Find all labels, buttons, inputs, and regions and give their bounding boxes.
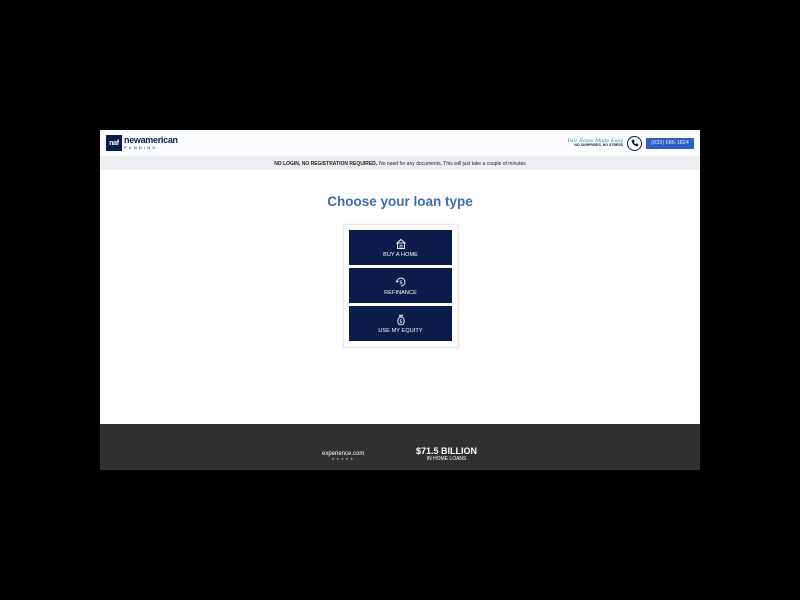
svg-text:$: $ xyxy=(399,280,403,286)
info-banner: NO LOGIN, NO REGISTRATION REQUIRED. No n… xyxy=(100,157,700,170)
company-logo[interactable]: naf newamerican FUNDING xyxy=(106,135,178,151)
refinance-label: REFINANCE xyxy=(384,289,417,296)
house-icon xyxy=(395,238,406,249)
refinance-icon: $ xyxy=(395,277,405,286)
tagline-caps: NO SURPRISES, NO STRESS xyxy=(574,142,623,147)
use-my-equity-button[interactable]: $ USE MY EQUITY xyxy=(349,306,452,341)
loan-stat: $71.5 BILLION IN HOME LOANS xyxy=(416,447,477,462)
page-viewport: naf newamerican FUNDING Fair Rates Made … xyxy=(100,130,700,470)
svg-text:$: $ xyxy=(399,319,402,325)
contact-area: Fair Rates Made Easy NO SURPRISES, NO ST… xyxy=(567,134,694,152)
review-badge[interactable]: experience.com ★★★★★ xyxy=(322,451,364,462)
rating-stars: ★★★★★ xyxy=(331,457,355,461)
phone-number-button[interactable]: (833) 686-1824 xyxy=(646,137,694,149)
refinance-button[interactable]: $ REFINANCE xyxy=(349,268,452,303)
banner-bold-text: NO LOGIN, NO REGISTRATION REQUIRED. xyxy=(274,160,378,167)
logo-mark: naf xyxy=(106,135,122,151)
loan-type-card: BUY A HOME $ REFINANCE $ USE MY EQUITY xyxy=(343,224,459,348)
money-bag-icon: $ xyxy=(396,314,405,325)
logo-subtitle: FUNDING xyxy=(124,145,158,150)
phone-icon xyxy=(627,135,642,151)
page-title: Choose your loan type xyxy=(327,194,473,209)
site-footer: experience.com ★★★★★ $71.5 BILLION IN HO… xyxy=(100,424,700,470)
buy-a-home-button[interactable]: BUY A HOME xyxy=(349,230,452,265)
loan-stat-value: $71.5 BILLION xyxy=(416,446,478,456)
use-my-equity-label: USE MY EQUITY xyxy=(378,327,423,334)
logo-wordmark: newamerican FUNDING xyxy=(124,136,178,150)
loan-stat-label: IN HOME LOANS xyxy=(426,456,467,462)
buy-a-home-label: BUY A HOME xyxy=(383,251,418,258)
banner-text: No need for any documents. This will jus… xyxy=(379,160,526,167)
site-header: naf newamerican FUNDING Fair Rates Made … xyxy=(100,130,700,157)
logo-name: newamerican xyxy=(124,135,178,145)
tagline: Fair Rates Made Easy NO SURPRISES, NO ST… xyxy=(567,138,623,148)
